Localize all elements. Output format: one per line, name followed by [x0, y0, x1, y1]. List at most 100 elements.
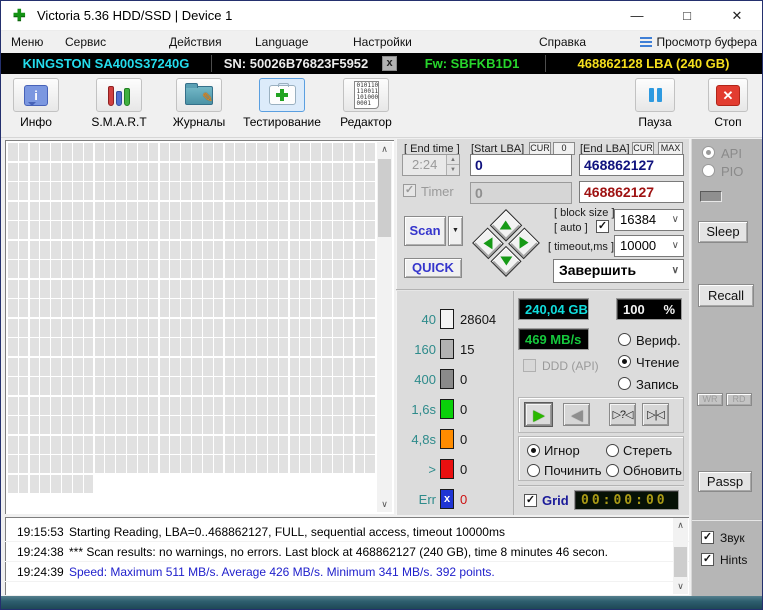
device-close-badge[interactable]: x	[382, 56, 397, 71]
scan-block	[202, 221, 213, 239]
erase-radio[interactable]	[606, 444, 619, 457]
grid-checkbox[interactable]	[524, 494, 537, 507]
log-rows: 19:15:53 Starting Reading, LBA=0..4688621…	[5, 522, 689, 582]
scan-block	[235, 396, 246, 415]
passp-button[interactable]: Passp	[698, 471, 752, 492]
minimize-button[interactable]: —	[612, 1, 662, 31]
menu-main[interactable]: Меню	[11, 31, 43, 53]
scan-block	[137, 240, 148, 259]
scan-block	[267, 357, 278, 376]
read-radio[interactable]	[618, 355, 631, 368]
timer-lba-input: 0	[470, 182, 572, 204]
editor-button[interactable]: 010110 110011 101000 0001 Редактор	[332, 78, 400, 129]
ddd-api-checkbox[interactable]	[523, 359, 536, 372]
recall-button[interactable]: Recall	[698, 284, 754, 307]
menu-settings[interactable]: Настройки	[353, 31, 412, 53]
sound-checkbox[interactable]	[701, 531, 714, 544]
scan-block	[159, 201, 170, 220]
buffer-view-button[interactable]: Просмотр буфера	[640, 31, 757, 53]
testing-button[interactable]: Тестирование	[239, 78, 325, 129]
end-time-value: 2:24	[412, 157, 438, 172]
back-button[interactable]: ◀	[563, 403, 590, 426]
verify-radio[interactable]	[618, 333, 631, 346]
scroll-up-icon[interactable]	[673, 518, 688, 533]
scan-block	[257, 221, 267, 239]
hints-checkbox[interactable]	[701, 553, 714, 566]
quick-button[interactable]: QUICK	[404, 258, 462, 278]
scan-block	[83, 260, 94, 278]
auto-checkbox[interactable]	[596, 220, 609, 233]
scroll-down-icon[interactable]	[377, 497, 392, 512]
pio-radio[interactable]	[702, 164, 715, 177]
scan-block	[181, 221, 191, 239]
spinner-arrows-icon[interactable]: ▲ ▼	[446, 155, 459, 175]
start-lba-input[interactable]: 0	[470, 154, 572, 176]
skip-to-error-button[interactable]: ▷?◁	[609, 403, 636, 426]
scan-block	[148, 416, 159, 434]
scroll-up-icon[interactable]	[377, 142, 392, 157]
scan-block	[40, 260, 51, 278]
scan-block	[224, 455, 235, 473]
scan-block	[127, 162, 137, 181]
wr-button[interactable]: WR	[697, 393, 723, 406]
scroll-down-icon[interactable]	[673, 579, 688, 594]
scan-block	[246, 377, 256, 395]
menu-actions[interactable]: Действия	[169, 31, 222, 53]
scan-block	[137, 435, 148, 454]
journals-button[interactable]: Журналы	[164, 78, 234, 129]
menu-service[interactable]: Сервис	[65, 31, 106, 53]
timer-checkbox[interactable]	[403, 184, 416, 197]
skip-to-end-button[interactable]: ▷|◁	[642, 403, 669, 426]
scroll-thumb[interactable]	[378, 159, 391, 237]
rd-button[interactable]: RD	[726, 393, 752, 406]
info-button[interactable]: Инфо	[11, 78, 61, 129]
close-button[interactable]: ✕	[712, 1, 762, 31]
scan-block	[354, 416, 365, 434]
scan-block	[148, 299, 159, 317]
scan-block	[148, 396, 159, 415]
scan-block	[246, 279, 256, 298]
stat-count: 0	[460, 371, 468, 387]
scan-map-cells	[8, 143, 375, 511]
log-scrollbar[interactable]	[673, 518, 688, 594]
play-button[interactable]: ▶	[524, 402, 553, 427]
scan-block	[148, 143, 159, 161]
smart-button[interactable]: S.M.A.R.T	[87, 78, 151, 129]
stop-button[interactable]: ✕ Стоп	[704, 78, 752, 129]
api-radio[interactable]	[702, 146, 715, 159]
maximize-button[interactable]: □	[662, 1, 712, 31]
refresh-radio[interactable]	[606, 464, 619, 477]
block-size-combo[interactable]: 16384	[614, 209, 684, 231]
on-finish-combo[interactable]: Завершить	[553, 259, 684, 283]
scan-block	[8, 240, 18, 259]
write-radio[interactable]	[618, 377, 631, 390]
scan-block	[267, 377, 278, 395]
sleep-button[interactable]: Sleep	[698, 221, 748, 243]
pause-button[interactable]: Пауза	[632, 78, 678, 129]
timeout-combo[interactable]: 10000	[614, 235, 684, 257]
menu-help[interactable]: Справка	[539, 31, 586, 53]
scan-block	[267, 455, 278, 473]
scroll-thumb[interactable]	[674, 547, 687, 577]
scan-block	[343, 318, 354, 337]
scan-block	[159, 299, 170, 317]
scan-button[interactable]: Scan	[404, 216, 446, 246]
folder-pencil-icon	[185, 82, 213, 106]
testing-label: Тестирование	[243, 115, 321, 129]
scan-block	[322, 201, 332, 220]
scan-block	[202, 455, 213, 473]
scan-block	[170, 357, 181, 376]
current-lba-input[interactable]: 468862127	[579, 181, 684, 203]
end-time-spinner[interactable]: 2:24 ▲ ▼	[402, 154, 460, 176]
scan-dropdown-button[interactable]: ▼	[448, 216, 463, 246]
scan-block	[278, 260, 289, 278]
scan-block	[246, 416, 256, 434]
scan-map-scrollbar[interactable]	[377, 142, 392, 512]
scan-block	[311, 455, 321, 473]
repair-radio[interactable]	[527, 464, 540, 477]
device-model[interactable]: KINGSTON SA400S37240G	[1, 53, 211, 74]
ignore-radio[interactable]	[527, 444, 540, 457]
end-lba-input[interactable]: 468862127	[579, 154, 684, 176]
menu-language[interactable]: Language	[255, 31, 308, 53]
scan-block	[83, 396, 94, 415]
